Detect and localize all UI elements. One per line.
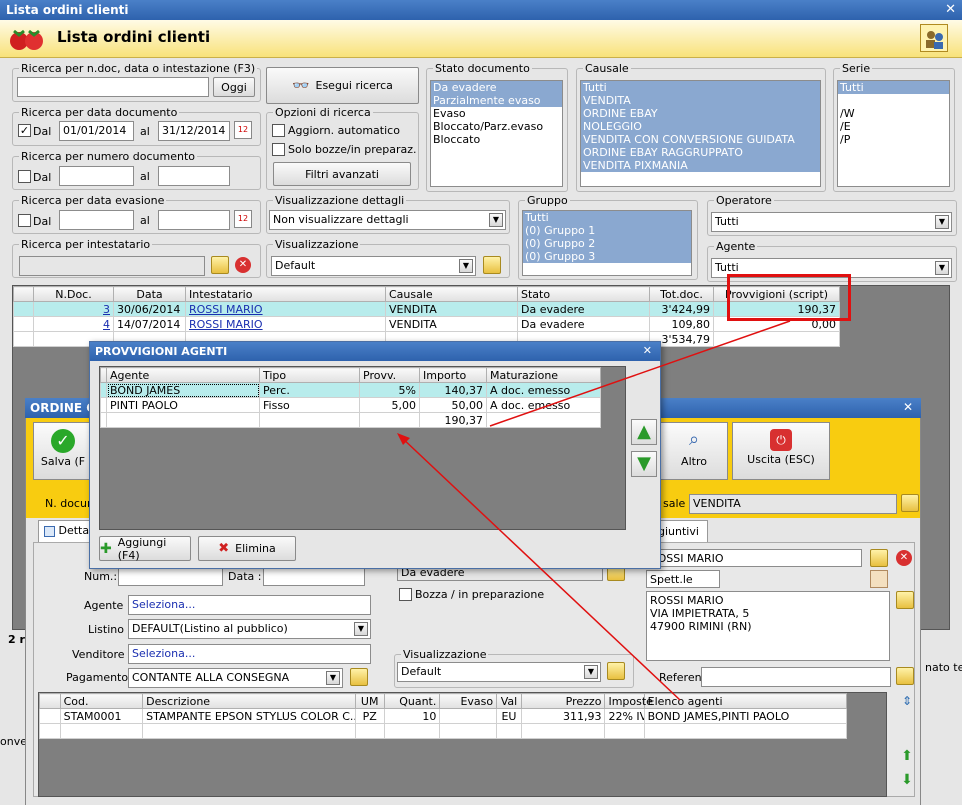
annotation-arrows bbox=[397, 320, 791, 701]
